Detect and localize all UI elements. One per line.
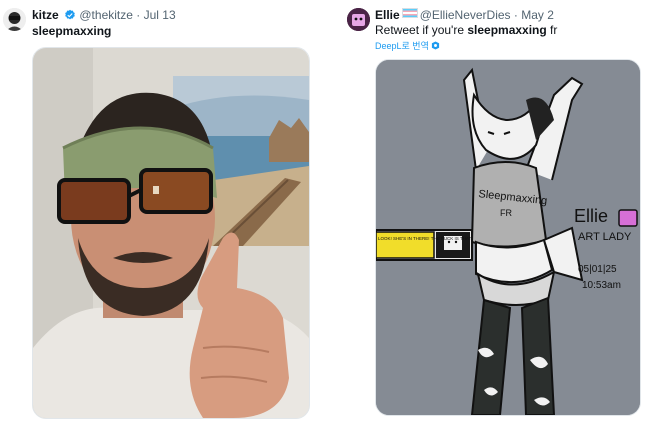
post-date[interactable]: May 2 — [521, 8, 554, 22]
flag-icon — [401, 8, 418, 18]
signature-time: 10:53am — [582, 280, 621, 291]
post-drawing[interactable]: LOOK! SHE'S IN THERE! THE FUCK IS THAT! … — [375, 59, 641, 416]
signature-date: 05|01|25 — [578, 264, 617, 275]
verified-badge-icon — [65, 9, 75, 20]
avatar-image — [347, 8, 370, 31]
author-handle[interactable]: @EllieNeverDies — [420, 8, 511, 22]
signature-title: ART LADY — [578, 231, 632, 243]
author-name[interactable]: kitze — [32, 8, 59, 22]
author-handle[interactable]: @thekitze — [79, 8, 133, 22]
post-text-prefix: Retweet if you're — [375, 23, 468, 37]
deepl-icon — [432, 41, 440, 50]
photo-content — [33, 48, 309, 418]
separator-dot: · — [136, 8, 141, 22]
post-date[interactable]: Jul 13 — [144, 8, 176, 22]
post-header: Ellie @EllieNeverDies · May 2 — [375, 8, 554, 22]
post-ellie[interactable]: Ellie @EllieNeverDies · May 2 Retweet if … — [335, 0, 647, 421]
post-text: Retweet if you're sleepmaxxing fr — [375, 23, 557, 37]
translate-link[interactable]: DeepL로 번역 — [375, 39, 440, 52]
signature-name: Ellie — [574, 206, 608, 226]
post-text-hashtag: sleepmaxxing — [467, 23, 547, 37]
author-name[interactable]: Ellie — [375, 8, 400, 22]
post-text: sleepmaxxing — [32, 24, 112, 38]
translate-label[interactable]: DeepL로 번역 — [375, 41, 429, 51]
shirt-subtext: FR — [500, 208, 512, 218]
separator-dot: · — [513, 8, 518, 22]
drawing-content: LOOK! SHE'S IN THERE! THE FUCK IS THAT! … — [376, 60, 640, 415]
post-photo[interactable] — [32, 47, 310, 419]
avatar-image — [3, 8, 26, 31]
post-text-suffix: fr — [546, 23, 558, 37]
avatar[interactable] — [3, 8, 26, 31]
post-header: kitze @thekitze · Jul 13 — [32, 8, 176, 22]
post-kitze[interactable]: kitze @thekitze · Jul 13 sleepmaxxing — [0, 0, 322, 421]
avatar[interactable] — [347, 8, 370, 31]
mini-avatar-icon — [618, 209, 638, 227]
